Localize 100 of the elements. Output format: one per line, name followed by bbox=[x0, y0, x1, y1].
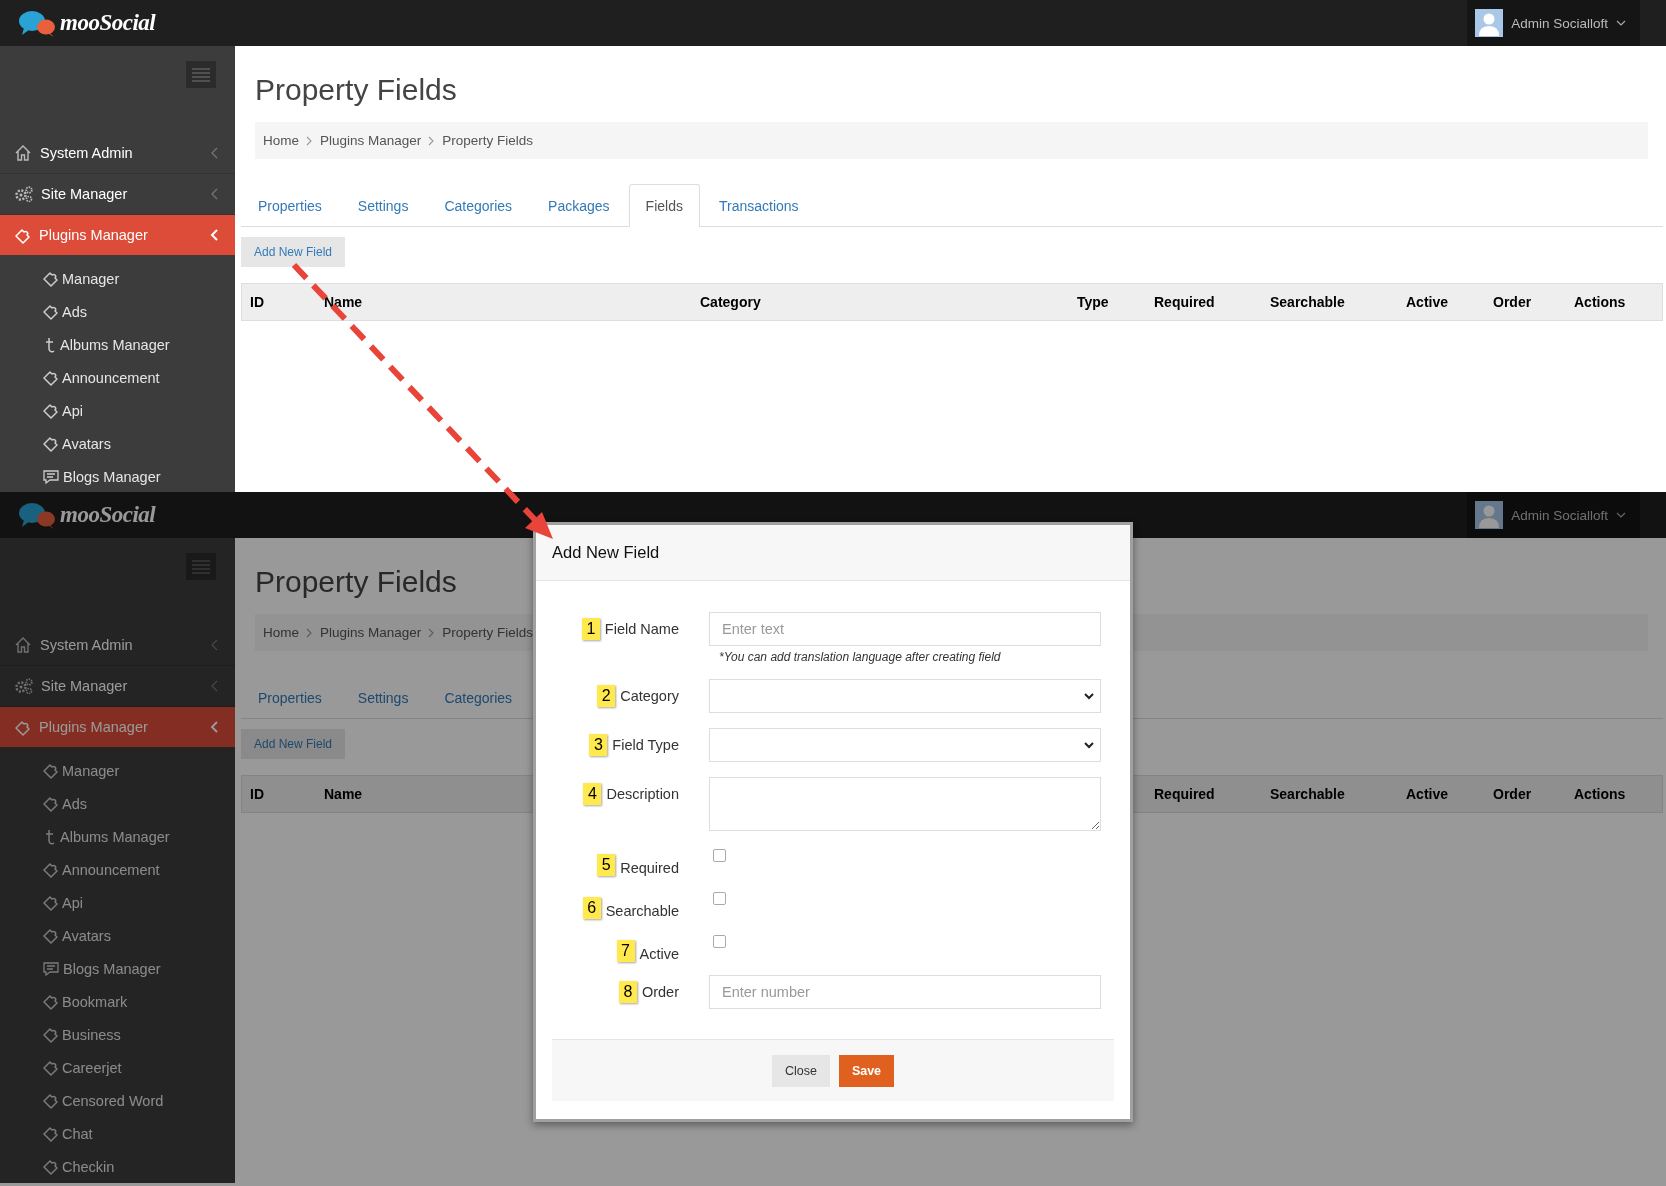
breadcrumb-link[interactable]: Home bbox=[263, 625, 299, 640]
plug-icon bbox=[42, 927, 59, 944]
chevron-down-icon bbox=[1084, 692, 1094, 700]
column-header: Actions bbox=[1574, 294, 1626, 310]
field-label: Field Type bbox=[612, 737, 679, 753]
tab[interactable]: Settings bbox=[340, 184, 426, 227]
sidebar-item[interactable]: System Admin bbox=[0, 625, 235, 666]
sidebar-subitem[interactable]: Ads bbox=[0, 295, 235, 328]
user-menu[interactable]: Admin Socialloft bbox=[1467, 492, 1640, 538]
select-field[interactable] bbox=[709, 679, 1101, 713]
sidebar-subitem[interactable]: Business bbox=[0, 1018, 235, 1051]
chevron-left-icon bbox=[210, 229, 219, 241]
sidebar-subitem[interactable]: Avatars bbox=[0, 919, 235, 952]
chevron-left-icon bbox=[210, 721, 219, 733]
field-label: Description bbox=[606, 786, 679, 802]
chevron-down-icon bbox=[1616, 19, 1626, 27]
plug-icon bbox=[42, 1125, 59, 1142]
tab[interactable]: Packages bbox=[531, 184, 627, 227]
save-button[interactable]: Save bbox=[838, 1054, 895, 1087]
logo-text: mooSocial bbox=[60, 502, 156, 528]
chevron-down-icon bbox=[1084, 741, 1094, 749]
add-field-button[interactable]: Add New Field bbox=[241, 237, 346, 267]
plug-icon bbox=[42, 795, 59, 812]
breadcrumb-link[interactable]: Plugins Manager bbox=[320, 625, 422, 640]
tab[interactable]: Settings bbox=[340, 676, 426, 719]
sidebar-subitem[interactable]: Announcement bbox=[0, 853, 235, 886]
column-header: ID bbox=[250, 786, 264, 802]
column-header: Required bbox=[1154, 294, 1215, 310]
field-label: Order bbox=[641, 984, 679, 1000]
page-title: Property Fields bbox=[255, 72, 458, 108]
tab[interactable]: Properties bbox=[241, 184, 339, 227]
tab[interactable]: Categories bbox=[427, 676, 530, 719]
column-header: Category bbox=[700, 294, 761, 310]
gears-icon bbox=[14, 185, 33, 203]
sidebar-subitem[interactable]: Blogs Manager bbox=[0, 952, 235, 985]
sidebar-subitem[interactable]: Api bbox=[0, 394, 235, 427]
select-field[interactable] bbox=[709, 728, 1101, 762]
speech-bubbles-icon bbox=[18, 9, 56, 37]
step-number: 8 bbox=[618, 981, 637, 1003]
text-field[interactable]: Enter text bbox=[709, 612, 1101, 646]
field-label: Searchable bbox=[605, 903, 679, 919]
column-header: Actions bbox=[1574, 786, 1626, 802]
plug-icon bbox=[14, 718, 31, 736]
sidebar-subitem[interactable]: Bookmark bbox=[0, 985, 235, 1018]
tab[interactable]: Properties bbox=[241, 676, 339, 719]
sidebar-subitem[interactable]: Blogs Manager bbox=[0, 460, 235, 492]
chevron-left-icon bbox=[210, 188, 219, 200]
sidebar-item[interactable]: Plugins Manager bbox=[0, 707, 235, 747]
checkbox[interactable] bbox=[713, 935, 726, 948]
plug-icon bbox=[42, 993, 59, 1010]
column-header: Order bbox=[1493, 294, 1532, 310]
add-field-button[interactable]: Add New Field bbox=[241, 729, 346, 759]
checkbox[interactable] bbox=[713, 849, 726, 862]
sidebar-subitem[interactable]: Ads bbox=[0, 787, 235, 820]
plug-icon bbox=[42, 270, 59, 287]
plug-icon bbox=[42, 1092, 59, 1109]
plug-icon bbox=[42, 1026, 59, 1043]
tab[interactable]: Fields bbox=[628, 184, 700, 227]
sidebar-subitem[interactable]: Careerjet bbox=[0, 1051, 235, 1084]
tab[interactable]: Transactions bbox=[701, 184, 816, 227]
avatar-icon bbox=[1475, 9, 1504, 37]
avatar-icon bbox=[1475, 501, 1504, 529]
sidebar-subitem[interactable]: Manager bbox=[0, 754, 235, 787]
sidebar-item[interactable]: System Admin bbox=[0, 133, 235, 174]
tab[interactable]: Categories bbox=[427, 184, 530, 227]
user-menu[interactable]: Admin Socialloft bbox=[1467, 0, 1640, 46]
close-button[interactable]: Close bbox=[771, 1054, 830, 1087]
sidebar-item[interactable]: Plugins Manager bbox=[0, 215, 235, 255]
breadcrumb-link[interactable]: Plugins Manager bbox=[320, 133, 422, 148]
sidebar-subitem[interactable]: Censored Word bbox=[0, 1084, 235, 1117]
plug-icon bbox=[42, 369, 59, 386]
checkbox[interactable] bbox=[713, 892, 726, 905]
number-field[interactable]: Enter number bbox=[709, 975, 1101, 1009]
sidebar-subitem[interactable]: Avatars bbox=[0, 427, 235, 460]
breadcrumb-link[interactable]: Home bbox=[263, 133, 299, 148]
sidebar-subitem[interactable]: Api bbox=[0, 886, 235, 919]
plug-icon bbox=[42, 1059, 59, 1076]
column-header: Name bbox=[324, 294, 363, 310]
column-header: ID bbox=[250, 294, 264, 310]
plug-icon bbox=[42, 402, 59, 419]
logo-text: mooSocial bbox=[60, 10, 156, 36]
column-header: Searchable bbox=[1270, 294, 1345, 310]
menu-toggle-button[interactable] bbox=[186, 61, 216, 88]
step-number: 2 bbox=[597, 685, 616, 707]
sidebar-subitem[interactable]: Announcement bbox=[0, 361, 235, 394]
chevron-right-icon bbox=[305, 627, 314, 638]
step-number: 4 bbox=[583, 783, 602, 805]
text-area[interactable] bbox=[709, 777, 1101, 831]
chevron-left-icon bbox=[210, 680, 219, 692]
chevron-right-icon bbox=[305, 135, 314, 146]
chevron-down-icon bbox=[1616, 511, 1626, 519]
comment-icon bbox=[42, 960, 60, 977]
sidebar-subitem[interactable]: Albums Manager bbox=[0, 820, 235, 853]
column-header: Required bbox=[1154, 786, 1215, 802]
sidebar-subitem[interactable]: Checkin bbox=[0, 1150, 235, 1183]
sidebar-subitem[interactable]: Chat bbox=[0, 1117, 235, 1150]
sidebar-subitem[interactable]: Manager bbox=[0, 262, 235, 295]
sidebar-subitem[interactable]: Albums Manager bbox=[0, 328, 235, 361]
modal-title: Add New Field bbox=[536, 525, 1130, 581]
plug-icon bbox=[42, 303, 59, 320]
